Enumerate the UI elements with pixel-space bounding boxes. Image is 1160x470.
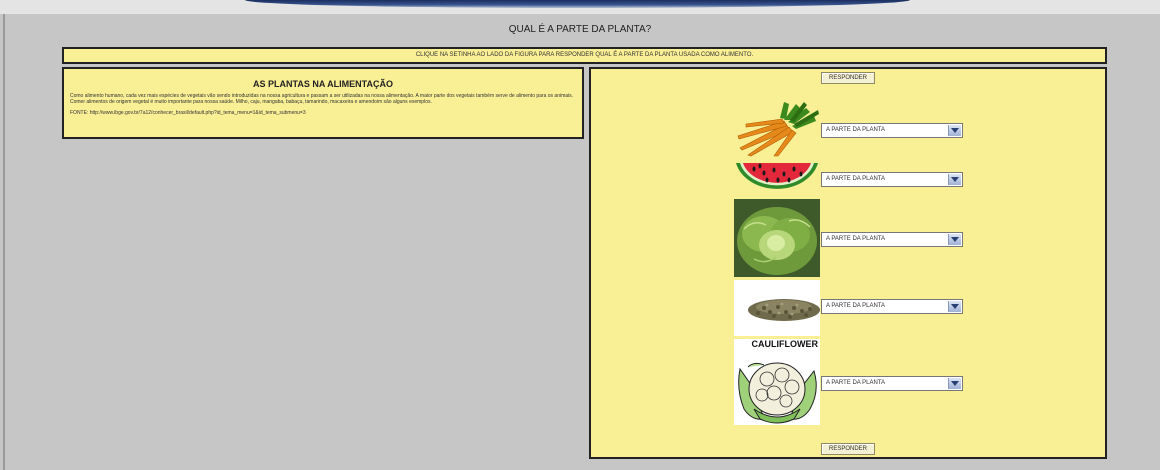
select-value: A PARTE DA PLANTA bbox=[826, 380, 886, 386]
window-edge bbox=[3, 14, 5, 470]
info-heading: AS PLANTAS NA ALIMENTAÇÃO bbox=[253, 79, 393, 89]
lettuce-image bbox=[734, 199, 820, 277]
quiz-panel: RESPONDER A PARTE DA PLANTA A PARTE DA P… bbox=[589, 67, 1107, 459]
info-paragraph-2: Comer alimentos de origem vegetal é muit… bbox=[70, 99, 432, 105]
info-panel: AS PLANTAS NA ALIMENTAÇÃO Como alimento … bbox=[62, 67, 584, 139]
page-title: QUAL É A PARTE DA PLANTA? bbox=[508, 24, 652, 35]
info-source: FONTE: http://www.ibge.gov.br/7a12/conhe… bbox=[70, 110, 306, 116]
responder-button-bottom[interactable]: RESPONDER bbox=[821, 443, 875, 455]
watermelon-image bbox=[734, 161, 820, 197]
plant-part-select-2[interactable]: A PARTE DA PLANTA bbox=[821, 172, 963, 187]
select-value: A PARTE DA PLANTA bbox=[826, 176, 886, 182]
instruction-banner: CLIQUE NA SETINHA AO LADO DA FIGURA PARA… bbox=[62, 47, 1107, 64]
carrot-image bbox=[734, 102, 820, 157]
chevron-down-icon[interactable] bbox=[948, 301, 961, 312]
top-banner bbox=[0, 0, 1160, 14]
plant-part-select-5[interactable]: A PARTE DA PLANTA bbox=[821, 376, 963, 391]
chevron-down-icon[interactable] bbox=[948, 234, 961, 245]
cauliflower-image: CAULIFLOWER bbox=[734, 339, 820, 425]
select-value: A PARTE DA PLANTA bbox=[826, 236, 886, 242]
chevron-down-icon[interactable] bbox=[948, 125, 961, 136]
select-value: A PARTE DA PLANTA bbox=[826, 303, 886, 309]
banner-decoration bbox=[245, 0, 910, 8]
seeds-image bbox=[734, 280, 820, 336]
chevron-down-icon[interactable] bbox=[948, 378, 961, 389]
chevron-down-icon[interactable] bbox=[948, 174, 961, 185]
responder-button-top[interactable]: RESPONDER bbox=[821, 72, 875, 84]
plant-part-select-4[interactable]: A PARTE DA PLANTA bbox=[821, 299, 963, 314]
select-value: A PARTE DA PLANTA bbox=[826, 127, 886, 133]
plant-part-select-3[interactable]: A PARTE DA PLANTA bbox=[821, 232, 963, 247]
plant-part-select-1[interactable]: A PARTE DA PLANTA bbox=[821, 123, 963, 138]
